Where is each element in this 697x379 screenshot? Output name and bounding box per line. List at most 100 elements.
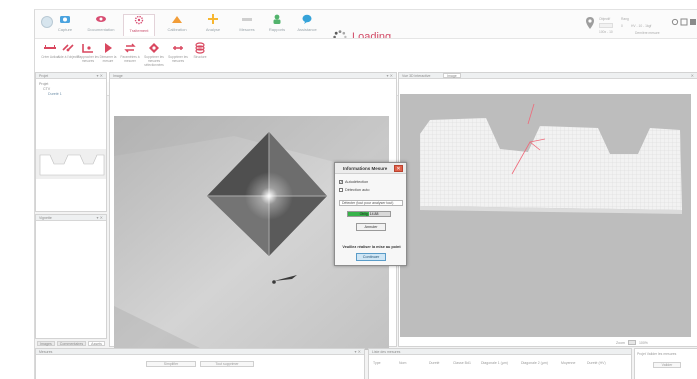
panel-close-icon[interactable]: ▾ ✕ bbox=[355, 349, 361, 354]
tab-label: Rapports bbox=[268, 27, 286, 32]
validate-panel: Projet Valider les mesures Valider bbox=[634, 348, 697, 379]
view3d-tab[interactable]: Image bbox=[443, 73, 461, 78]
loop-icon bbox=[124, 43, 136, 53]
view3d-canvas[interactable] bbox=[400, 94, 691, 337]
params-button[interactable]: Paramètres à mesurer bbox=[117, 42, 143, 64]
panel-close-icon[interactable]: ▾ ✕ bbox=[97, 215, 103, 220]
tree-root[interactable]: Projet bbox=[39, 82, 48, 86]
camera-icon bbox=[60, 16, 70, 23]
zoom-slider[interactable] bbox=[627, 340, 636, 345]
thumbnail-image[interactable] bbox=[36, 149, 106, 179]
tab-label: Mesures bbox=[239, 27, 255, 32]
panel-close-icon[interactable]: ▾ ✕ bbox=[97, 73, 103, 78]
tab-capture[interactable]: Capture bbox=[49, 14, 81, 36]
tab-analyse[interactable]: Analyse bbox=[197, 14, 229, 36]
tab-comments[interactable]: Commentaires bbox=[56, 341, 87, 346]
validate-label: Projet Valider les mesures bbox=[637, 352, 677, 356]
column-header[interactable]: Nom bbox=[399, 361, 406, 365]
eye-icon bbox=[96, 16, 106, 22]
zoom-value: 100% bbox=[638, 340, 648, 345]
checkbox-box[interactable] bbox=[339, 188, 343, 192]
crosshair-icon bbox=[208, 14, 218, 24]
zoom-label: Zoom bbox=[616, 340, 625, 345]
auto-detection-checkbox[interactable]: Détection auto bbox=[339, 188, 370, 192]
column-header[interactable]: Type bbox=[373, 361, 381, 365]
structure-button[interactable]: Structure bbox=[187, 42, 213, 60]
play-icon bbox=[105, 43, 112, 53]
rank-label: Rang bbox=[621, 17, 629, 21]
objective-icon bbox=[586, 17, 594, 29]
validate-button[interactable]: Valider bbox=[653, 362, 681, 368]
column-header[interactable]: Moyenne bbox=[561, 361, 575, 365]
progress-bar: Oblig. 14.88 bbox=[347, 211, 391, 217]
tab-assets[interactable]: Assets bbox=[88, 341, 105, 346]
left-bottom-tabs: Images Commentaires Assets bbox=[37, 341, 105, 346]
close-button[interactable]: ✕ bbox=[394, 165, 403, 172]
measures-panel: Mesures ▾ ✕ Simplifier Tout supprimer bbox=[35, 348, 365, 379]
tab-label: Traitement bbox=[129, 28, 149, 33]
column-header[interactable]: Dureté bbox=[429, 361, 440, 365]
delete-selected-button[interactable]: Supprimer les mesures sélectionnées bbox=[141, 42, 167, 67]
tree-item[interactable]: CTV bbox=[43, 87, 50, 91]
autodetect-checkbox[interactable]: ✓ Autodétection bbox=[339, 180, 368, 184]
measure-info-dialog: Informations Mesure ✕ ✓ Autodétection Dé… bbox=[334, 162, 407, 266]
tab-calibration[interactable]: Calibration bbox=[161, 14, 193, 36]
rank-field-2: HV - 10 - 1kgf bbox=[631, 24, 652, 28]
ruler-icon bbox=[242, 18, 252, 21]
focus-message: Veuillez réaliser la mise au point bbox=[342, 245, 401, 249]
panel-close-icon[interactable]: ▾ ✕ bbox=[387, 73, 393, 78]
calibration-icon bbox=[172, 16, 182, 23]
continue-button[interactable]: Continuer bbox=[356, 253, 386, 261]
tab-label: Analyse bbox=[205, 27, 221, 32]
column-header[interactable]: Diagonale 2 (µm) bbox=[521, 361, 548, 365]
tree-child[interactable]: Dureté 1 bbox=[48, 92, 62, 96]
column-header[interactable]: Diagonale 1 (µm) bbox=[481, 361, 508, 365]
link-icon bbox=[62, 44, 74, 52]
panel-header: Liste des mesures bbox=[369, 349, 631, 355]
checkbox-box[interactable]: ✓ bbox=[339, 180, 343, 184]
panel-title: Image bbox=[113, 74, 123, 78]
simplify-button[interactable]: Simplifier bbox=[146, 361, 196, 367]
tab-assistance[interactable]: Assistance bbox=[291, 14, 323, 36]
objective-value: 100x - 10 bbox=[599, 30, 613, 34]
objective-label: Objectif bbox=[599, 17, 611, 21]
tab-rapports[interactable]: Rapports bbox=[261, 14, 293, 36]
objective-select[interactable] bbox=[599, 23, 613, 28]
target-icon bbox=[149, 43, 159, 53]
gear-icon bbox=[134, 15, 144, 25]
delete-all-button[interactable]: Tout supprimer bbox=[200, 361, 254, 367]
panel-title: Projet bbox=[39, 74, 49, 78]
dialog-title: Informations Mesure bbox=[343, 166, 388, 171]
tab-documentation[interactable]: Documentation bbox=[85, 14, 117, 36]
panel-close-icon[interactable]: ✕ bbox=[691, 73, 694, 78]
panel-header: Image ▾ ✕ bbox=[110, 73, 396, 79]
column-header[interactable]: Dureté (HV) bbox=[587, 361, 606, 365]
checkbox-label: Autodétection bbox=[345, 180, 369, 184]
thumbnail-panel: Vignette ▾ ✕ bbox=[35, 214, 107, 339]
zoom-control: Zoom 100% bbox=[616, 340, 648, 345]
measure-icon bbox=[82, 44, 93, 53]
objective-controls: Objectif 100x - 10 Rang 0 HV - 10 - 1kgf… bbox=[575, 14, 697, 38]
tab-label: Capture bbox=[57, 27, 73, 32]
panel-header: Vue 3D interactive Image ✕ bbox=[399, 73, 697, 79]
panel-header: Projet ▾ ✕ bbox=[36, 73, 106, 79]
tab-traitement[interactable]: Traitement bbox=[123, 14, 155, 36]
panel-title: Mesures bbox=[39, 350, 53, 354]
progress-text: Oblig. 14.88 bbox=[359, 212, 379, 216]
panel-title: Vignette bbox=[39, 216, 52, 220]
tab-mesures[interactable]: Mesures bbox=[231, 14, 263, 36]
tab-label: Calibration bbox=[167, 27, 187, 32]
last-measure-label: Dernière mesure bbox=[635, 31, 660, 35]
panel-header: Vignette ▾ ✕ bbox=[36, 215, 106, 221]
cancel-button[interactable]: Annuler bbox=[356, 223, 386, 231]
detect-select[interactable]: Détecter (tout pour analyser tout) bbox=[339, 200, 403, 206]
panel-title: Liste des mesures bbox=[372, 350, 401, 354]
chat-icon bbox=[302, 14, 312, 24]
tool-label: Supprimer les mesures sélectionnées bbox=[144, 55, 164, 67]
panel-header: Mesures ▾ ✕ bbox=[36, 349, 364, 355]
tab-images[interactable]: Images bbox=[37, 341, 55, 346]
column-header[interactable]: Classe Bd1 bbox=[453, 361, 471, 365]
rank-field-1: 0 bbox=[621, 24, 623, 28]
window-controls-icon[interactable] bbox=[671, 18, 697, 26]
stack-icon bbox=[195, 42, 205, 54]
